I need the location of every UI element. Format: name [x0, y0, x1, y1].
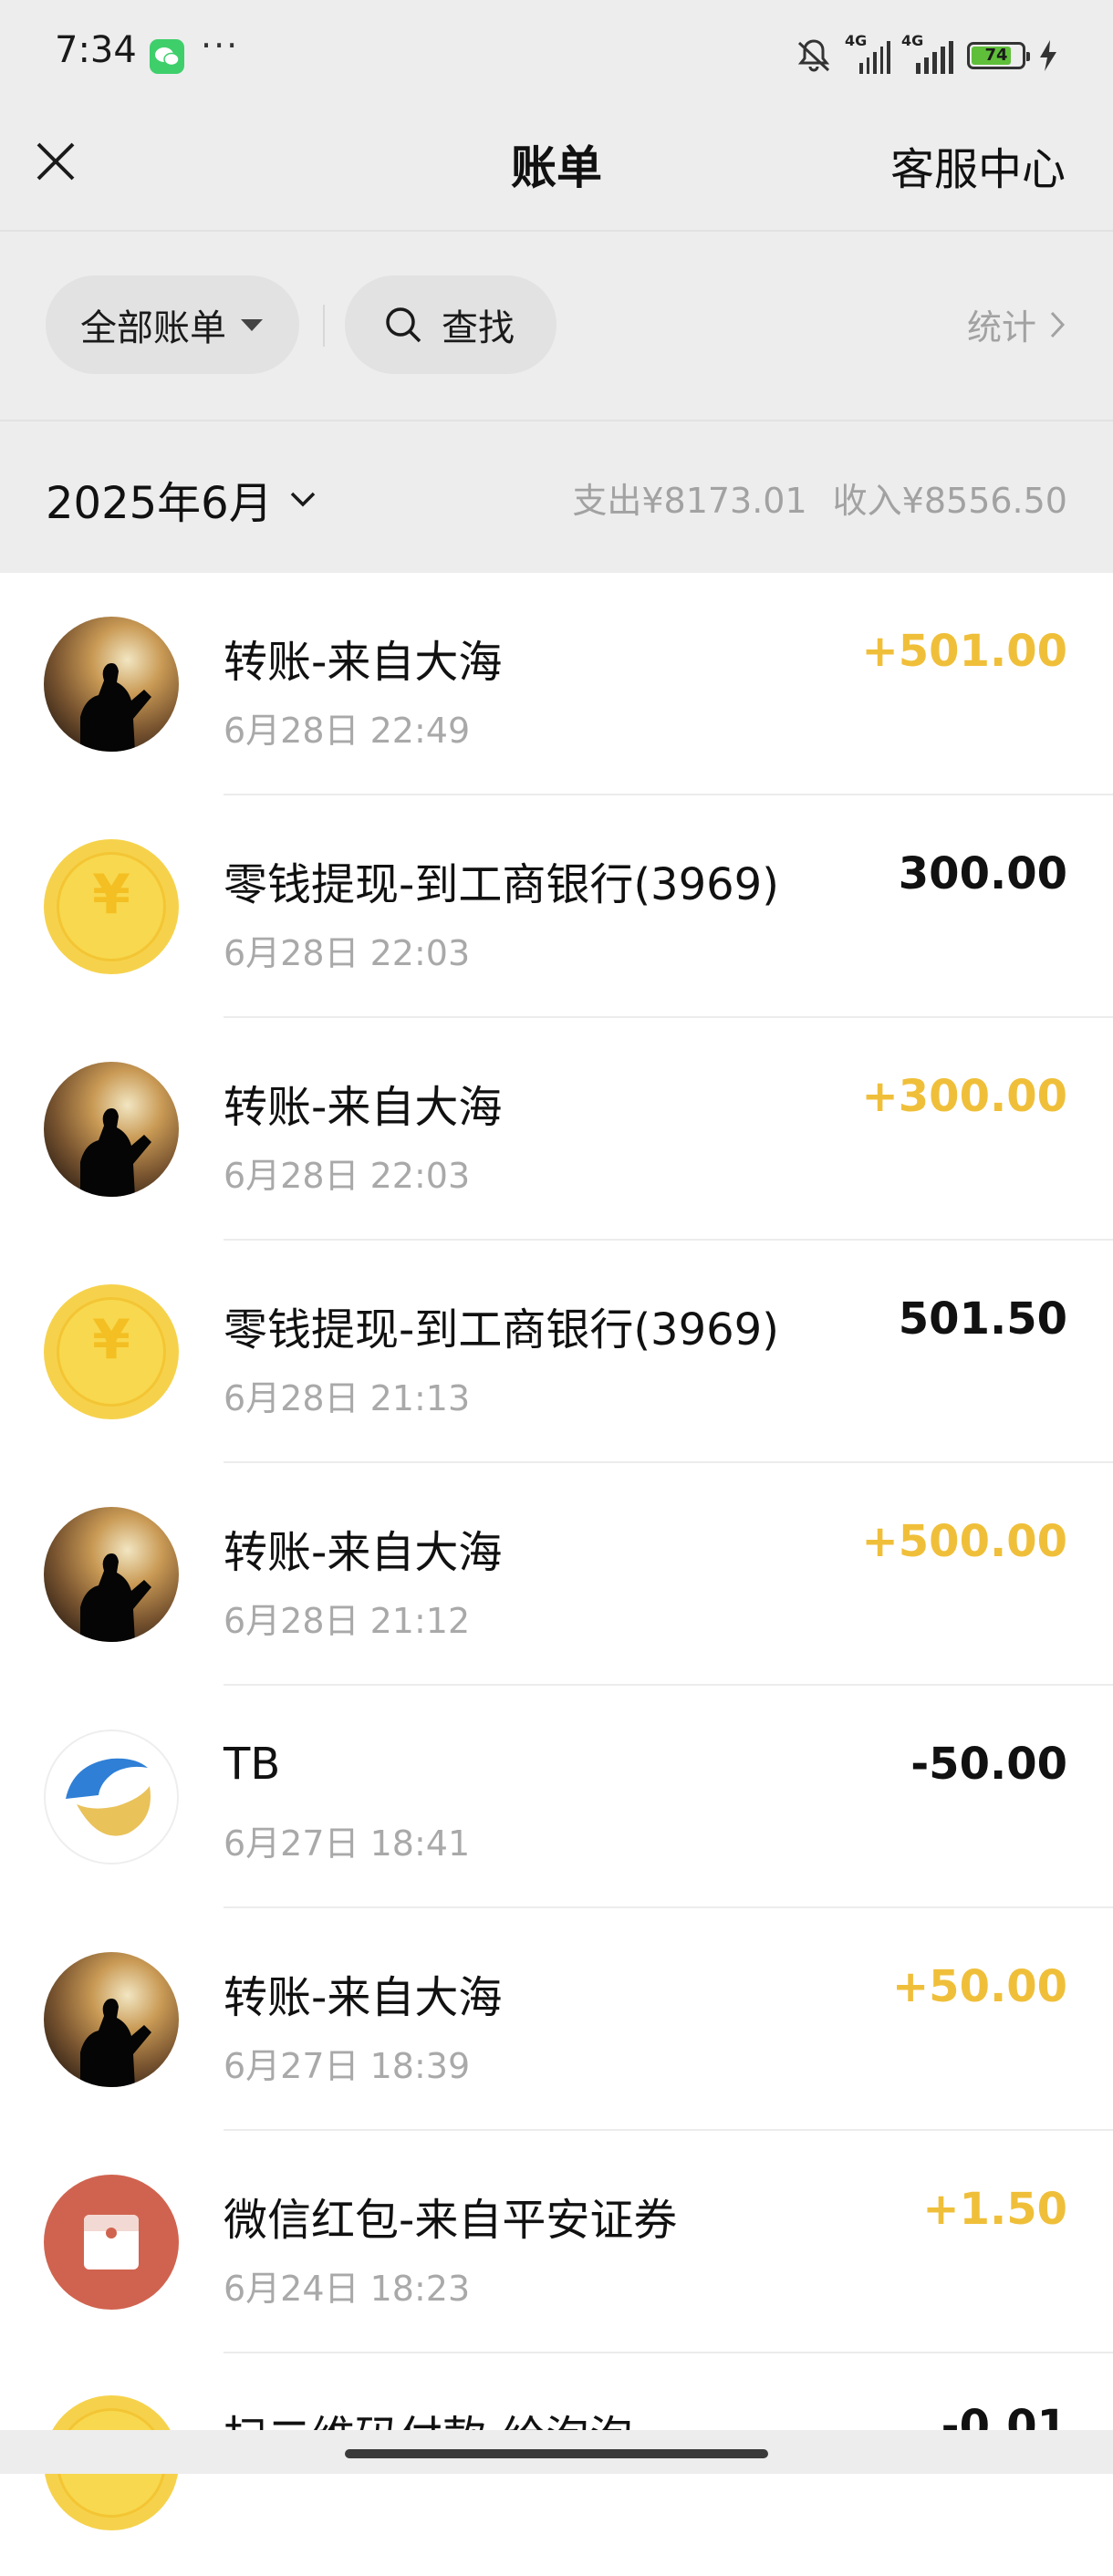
expense-total: 支出¥8173.01: [572, 481, 807, 521]
transaction-title: 转账-来自大海: [224, 637, 503, 688]
transaction-amount: +501.00: [861, 626, 1067, 677]
statistics-link[interactable]: 统计: [967, 299, 1066, 349]
chevron-down-icon: [290, 492, 315, 507]
month-summary: 支出¥8173.01 收入¥8556.50: [572, 473, 1067, 523]
month-selector[interactable]: 2025年6月: [46, 467, 317, 531]
transaction-title: 零钱提现-到工商银行(3969): [224, 1304, 779, 1356]
home-indicator[interactable]: [345, 2449, 768, 2458]
red-packet-icon: [44, 2175, 179, 2310]
transaction-title: 转账-来自大海: [224, 1082, 503, 1133]
battery-icon: 74: [967, 42, 1030, 69]
transaction-date: 6月28日 22:03: [224, 933, 471, 973]
transaction-row[interactable]: 转账-来自大海 6月28日 22:03 +300.00: [0, 1018, 1113, 1241]
month-label: 2025年6月: [46, 478, 273, 529]
transaction-amount: +500.00: [861, 1516, 1067, 1567]
transaction-amount: +50.00: [891, 1961, 1067, 2012]
search-button[interactable]: 查找: [345, 275, 556, 374]
more-notifications-icon: ···: [201, 26, 240, 66]
transaction-row[interactable]: 微信红包-来自平安证券 6月24日 18:23 +1.50: [0, 2131, 1113, 2353]
transaction-date: 6月28日 22:49: [224, 711, 471, 751]
divider: [0, 420, 1113, 421]
transaction-row[interactable]: TB 6月27日 18:41 -50.00: [0, 1686, 1113, 1908]
nav-bar: 账单 客服中心: [0, 109, 1113, 232]
charging-icon: [1040, 40, 1056, 71]
bank-logo-icon: [44, 1729, 179, 1864]
transaction-amount: 300.00: [898, 848, 1067, 899]
filter-separator: [323, 305, 325, 347]
avatar-photo: [44, 1952, 179, 2087]
divider: [0, 230, 1113, 232]
all-bills-label: 全部账单: [80, 307, 226, 349]
caret-down-icon: [241, 318, 263, 331]
status-time: 7:34: [55, 29, 137, 71]
avatar-photo: [44, 1062, 179, 1197]
search-icon: [386, 307, 421, 343]
transaction-row[interactable]: 转账-来自大海 6月27日 18:39 +50.00: [0, 1908, 1113, 2131]
transaction-title: 转账-来自大海: [224, 1527, 503, 1578]
avatar-photo: [44, 1507, 179, 1642]
transaction-date: 6月24日 18:23: [224, 2269, 471, 2309]
transaction-amount: 501.50: [898, 1293, 1067, 1345]
transaction-row[interactable]: ¥ 零钱提现-到工商银行(3969) 6月28日 22:03 300.00: [0, 795, 1113, 1018]
transaction-row[interactable]: ¥ 零钱提现-到工商银行(3969) 6月28日 21:13 501.50: [0, 1241, 1113, 1463]
avatar-photo: [44, 617, 179, 752]
transaction-list: 转账-来自大海 6月28日 22:49 +501.00 ¥ 零钱提现-到工商银行…: [0, 573, 1113, 2576]
transaction-title: TB: [224, 1739, 281, 1790]
mute-bell-icon: [797, 39, 830, 72]
yen-coin-icon: ¥: [44, 839, 179, 974]
transaction-date: 6月27日 18:39: [224, 2046, 471, 2086]
transaction-amount: -50.00: [910, 1739, 1067, 1790]
yen-coin-icon: ¥: [44, 1284, 179, 1419]
signal-icon: 4G: [845, 32, 890, 74]
transaction-row[interactable]: 转账-来自大海 6月28日 22:49 +501.00: [0, 573, 1113, 795]
status-bar: 7:34 ··· 4G 4G 74: [0, 0, 1113, 109]
customer-service-link[interactable]: 客服中心: [890, 133, 1066, 197]
all-bills-filter-button[interactable]: 全部账单: [46, 275, 299, 374]
signal-icon-2: 4G: [901, 32, 954, 74]
transaction-title: 微信红包-来自平安证券: [224, 2195, 678, 2246]
transaction-title: 转账-来自大海: [224, 1972, 503, 2023]
transaction-row[interactable]: 转账-来自大海 6月28日 21:12 +500.00: [0, 1463, 1113, 1686]
transaction-amount: +1.50: [922, 2184, 1067, 2235]
statistics-label: 统计: [966, 307, 1036, 348]
transaction-title: 零钱提现-到工商银行(3969): [224, 859, 779, 910]
transaction-date: 6月28日 22:03: [224, 1156, 471, 1196]
transaction-date: 6月28日 21:12: [224, 1601, 471, 1641]
search-label: 查找: [442, 307, 515, 349]
transaction-date: 6月27日 18:41: [224, 1823, 471, 1864]
transaction-amount: +300.00: [861, 1071, 1067, 1122]
wechat-notification-icon: [150, 39, 184, 74]
chevron-right-icon: [1050, 311, 1066, 338]
transaction-date: 6月28日 21:13: [224, 1378, 471, 1418]
income-total: 收入¥8556.50: [832, 481, 1067, 521]
